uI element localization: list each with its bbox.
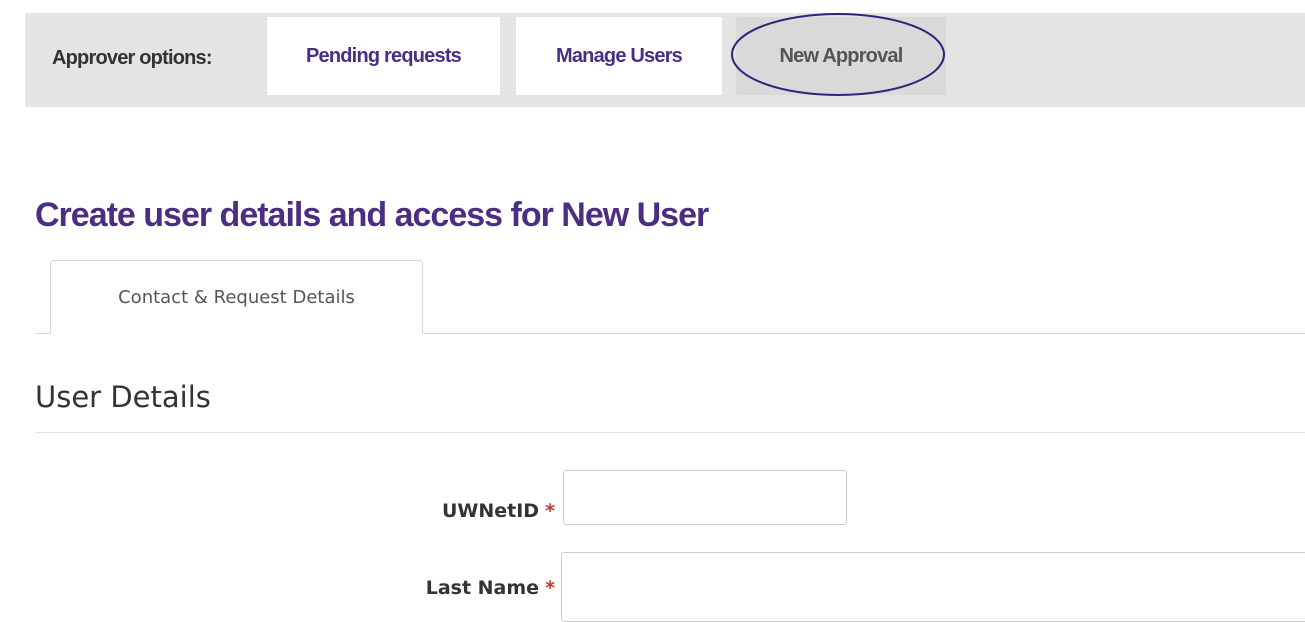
- uwnetid-input[interactable]: [563, 470, 847, 525]
- required-asterisk: *: [545, 577, 555, 599]
- last-name-input[interactable]: [561, 552, 1305, 622]
- tab-pending-requests[interactable]: Pending requests: [267, 17, 500, 95]
- approver-options-bar: Approver options: Pending requests Manag…: [25, 13, 1305, 107]
- tab-contact-request-details[interactable]: Contact & Request Details: [50, 260, 423, 334]
- page-title: Create user details and access for New U…: [35, 196, 709, 234]
- last-name-label: Last Name *: [426, 577, 555, 599]
- section-divider: [35, 432, 1305, 433]
- uwnetid-label-text: UWNetID: [441, 500, 540, 522]
- required-asterisk: *: [545, 500, 555, 522]
- tab-new-approval[interactable]: New Approval: [736, 17, 946, 95]
- tab-manage-users[interactable]: Manage Users: [516, 17, 722, 95]
- uwnetid-label: UWNetID *: [442, 500, 555, 522]
- last-name-label-text: Last Name: [425, 577, 540, 599]
- section-title-user-details: User Details: [35, 380, 211, 414]
- approver-options-label: Approver options:: [52, 47, 213, 69]
